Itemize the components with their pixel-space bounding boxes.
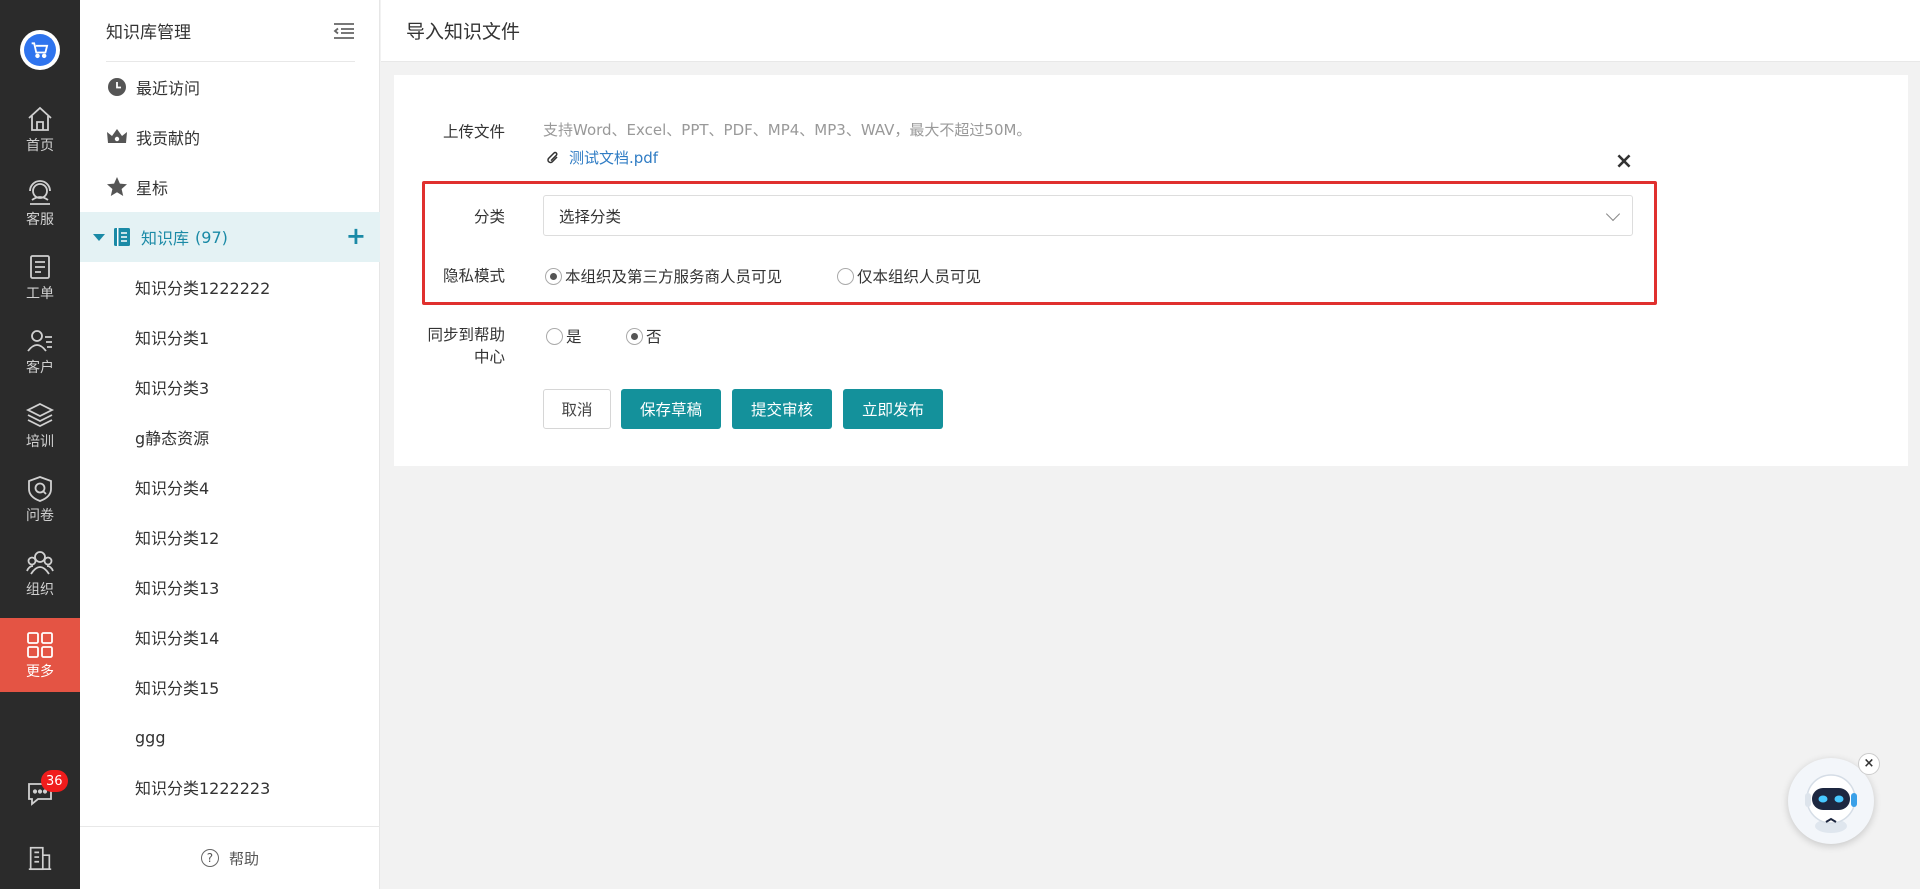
home-icon (28, 106, 52, 131)
knowledge-base-label: 知识库 (141, 229, 190, 248)
left-rail: 首页 客服 工单 客户 培训 问卷 组织 更多 36 (0, 0, 80, 889)
close-assistant-icon[interactable]: × (1858, 753, 1880, 775)
category-item[interactable]: 知识分类13 (80, 562, 380, 612)
building-icon (28, 846, 52, 871)
ticket-icon (30, 254, 50, 279)
clock-icon (106, 76, 128, 98)
privacy-option-org-only[interactable]: 仅本组织人员可见 (837, 265, 981, 287)
rail-label: 更多 (26, 663, 54, 680)
upload-hint: 支持Word、Excel、PPT、PDF、MP4、MP3、WAV，最大不超过50… (543, 121, 1032, 139)
chevron-down-icon (1605, 206, 1621, 222)
category-item[interactable]: 知识分类15 (80, 662, 380, 712)
radio-unchecked-icon (837, 267, 854, 285)
sidebar-item-recent[interactable]: 最近访问 (80, 62, 380, 112)
sync-option-no[interactable]: 否 (626, 325, 662, 347)
category-item[interactable]: 知识分类14 (80, 612, 380, 662)
rail-item-customer-service[interactable]: 客服 (0, 166, 80, 240)
category-item[interactable]: 知识分类4 (80, 462, 380, 512)
uploaded-file-name: 测试文档.pdf (569, 149, 659, 167)
expand-caret-icon[interactable] (93, 233, 105, 241)
rail-label: 工单 (26, 285, 54, 302)
page-title: 导入知识文件 (406, 21, 521, 43)
rail-label: 培训 (26, 433, 54, 450)
page-header: 导入知识文件 (381, 0, 1920, 62)
organization-icon (26, 550, 54, 575)
rail-item-training[interactable]: 培训 (0, 388, 80, 462)
category-label: 分类 (473, 208, 505, 226)
collapse-menu-icon[interactable] (333, 22, 355, 40)
sync-help-center-label: 同步到帮助 中心 (392, 324, 505, 368)
survey-icon (28, 475, 52, 502)
publish-now-button[interactable]: 立即发布 (843, 389, 943, 429)
remove-file-close-icon[interactable]: × (1614, 151, 1634, 173)
sync-label-line1: 同步到帮助 (427, 326, 505, 344)
customer-service-icon (29, 179, 51, 205)
chat-button[interactable] (0, 778, 80, 808)
sync-option-yes[interactable]: 是 (546, 325, 582, 347)
book-icon (111, 226, 133, 248)
sidebar-item-starred[interactable]: 星标 (80, 162, 380, 212)
category-item[interactable]: ggg (80, 712, 380, 762)
sidebar-header: 知识库管理 (106, 0, 355, 62)
rail-item-survey[interactable]: 问卷 (0, 462, 80, 536)
sidebar-item-contributed[interactable]: 我贡献的 (80, 112, 380, 162)
privacy-mode-label: 隐私模式 (442, 267, 505, 285)
app-logo[interactable] (20, 30, 60, 70)
star-icon (106, 176, 128, 198)
rail-label: 客服 (26, 211, 54, 228)
category-item[interactable]: 知识分类12 (80, 512, 380, 562)
sidebar-item-label: 星标 (136, 179, 169, 198)
sidebar-item-label: 最近访问 (136, 79, 201, 98)
privacy-option-label: 本组织及第三方服务商人员可见 (565, 268, 783, 286)
sync-label-line2: 中心 (473, 348, 505, 366)
upload-file-label: 上传文件 (442, 123, 505, 141)
radio-unchecked-icon (546, 327, 563, 345)
rail-label: 问卷 (26, 507, 54, 524)
paperclip-icon (547, 151, 558, 163)
sidebar-item-label: 我贡献的 (136, 129, 201, 148)
more-grid-icon (27, 631, 53, 658)
knowledge-sidebar: 知识库管理 最近访问 我贡献的 星标 知识库 (97) + 知识分类122222… (80, 0, 380, 889)
category-item[interactable]: 知识分类3 (80, 362, 380, 412)
submit-review-button[interactable]: 提交审核 (732, 389, 832, 429)
category-item[interactable]: g静态资源 (80, 412, 380, 462)
crown-icon (106, 126, 128, 148)
robot-icon (1805, 774, 1857, 833)
rail-label: 客户 (26, 359, 54, 376)
building-button[interactable] (0, 844, 80, 872)
rail-label: 首页 (26, 137, 54, 154)
help-link[interactable]: ? 帮助 (80, 826, 380, 889)
save-draft-button[interactable]: 保存草稿 (621, 389, 721, 429)
privacy-option-third-party[interactable]: 本组织及第三方服务商人员可见 (545, 265, 782, 287)
sidebar-item-knowledge-base[interactable]: 知识库 (97) + (80, 212, 380, 262)
rail-label: 组织 (26, 581, 54, 598)
customer-icon (27, 329, 52, 352)
cancel-button[interactable]: 取消 (543, 389, 611, 429)
add-category-icon[interactable]: + (346, 224, 366, 248)
rail-item-ticket[interactable]: 工单 (0, 240, 80, 314)
rail-item-organization[interactable]: 组织 (0, 536, 80, 610)
rail-item-home[interactable]: 首页 (0, 92, 80, 166)
privacy-option-label: 仅本组织人员可见 (857, 268, 982, 286)
help-question-icon: ? (200, 849, 219, 867)
help-label: 帮助 (228, 849, 259, 868)
rail-item-more[interactable]: 更多 (0, 618, 80, 692)
rail-item-customer[interactable]: 客户 (0, 314, 80, 388)
cart-icon (24, 34, 56, 66)
sync-option-label: 是 (566, 328, 582, 346)
category-select[interactable]: 选择分类 (543, 195, 1633, 236)
category-item[interactable]: 知识分类1222223 (80, 762, 380, 812)
radio-checked-icon (626, 327, 643, 345)
sidebar-title: 知识库管理 (106, 23, 191, 43)
knowledge-base-count: (97) (195, 227, 228, 247)
radio-checked-icon (545, 267, 562, 285)
sync-option-label: 否 (646, 328, 662, 346)
category-select-value: 选择分类 (559, 207, 622, 226)
training-icon (25, 402, 55, 427)
category-item[interactable]: 知识分类1 (80, 312, 380, 362)
uploaded-file-link[interactable]: 测试文档.pdf (546, 147, 658, 168)
chat-unread-badge: 36 (41, 770, 68, 792)
category-item[interactable]: 知识分类1222222 (80, 262, 380, 312)
